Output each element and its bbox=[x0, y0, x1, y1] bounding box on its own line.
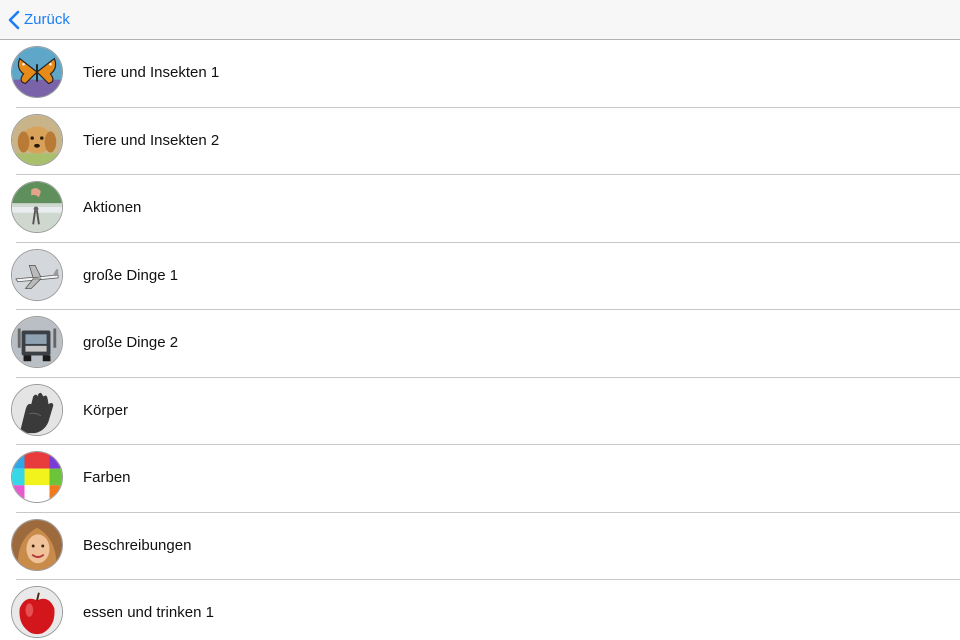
list-item-label: große Dinge 1 bbox=[83, 266, 179, 284]
list-item-grosse-dinge-2[interactable]: große Dinge 2 bbox=[0, 310, 960, 378]
hand-icon bbox=[11, 383, 63, 436]
list-item-farben[interactable]: Farben bbox=[0, 445, 960, 513]
list-item-label: Farben bbox=[83, 469, 131, 486]
list-item-label: große Dinge 2 bbox=[83, 334, 179, 351]
smiling-woman-icon bbox=[11, 518, 63, 571]
list-item-aktionen[interactable]: Aktionen bbox=[0, 175, 960, 243]
list-item-koerper[interactable]: Körper bbox=[0, 378, 960, 446]
apple-icon bbox=[11, 586, 63, 638]
category-list: Tiere und Insekten 1 Tiere und Insekten … bbox=[0, 40, 960, 640]
list-item-label: Beschreibungen bbox=[83, 536, 192, 554]
back-button-label: Zurück bbox=[24, 11, 70, 28]
chevron-left-icon bbox=[8, 10, 20, 30]
list-item-label: Aktionen bbox=[83, 199, 142, 216]
list-item-label: Tiere und Insekten 1 bbox=[83, 64, 220, 81]
color-grid-icon bbox=[11, 451, 63, 503]
truck-icon bbox=[11, 316, 63, 368]
list-item-label: Tiere und Insekten 2 bbox=[83, 131, 220, 149]
hand-action-icon bbox=[11, 181, 63, 233]
list-item-tiere-und-insekten-1[interactable]: Tiere und Insekten 1 bbox=[0, 40, 960, 108]
puppy-icon bbox=[11, 113, 63, 166]
list-item-grosse-dinge-1[interactable]: große Dinge 1 bbox=[0, 243, 960, 311]
list-item-beschreibungen[interactable]: Beschreibungen bbox=[0, 513, 960, 581]
navigation-bar: Zurück bbox=[0, 0, 960, 40]
list-item-label: Körper bbox=[83, 401, 129, 419]
butterfly-icon bbox=[11, 46, 63, 98]
airplane-icon bbox=[11, 248, 63, 301]
back-button[interactable]: Zurück bbox=[8, 8, 70, 32]
list-item-tiere-und-insekten-2[interactable]: Tiere und Insekten 2 bbox=[0, 108, 960, 176]
list-item-essen-und-trinken-1[interactable]: essen und trinken 1 bbox=[0, 580, 960, 640]
list-item-label: essen und trinken 1 bbox=[83, 604, 214, 621]
